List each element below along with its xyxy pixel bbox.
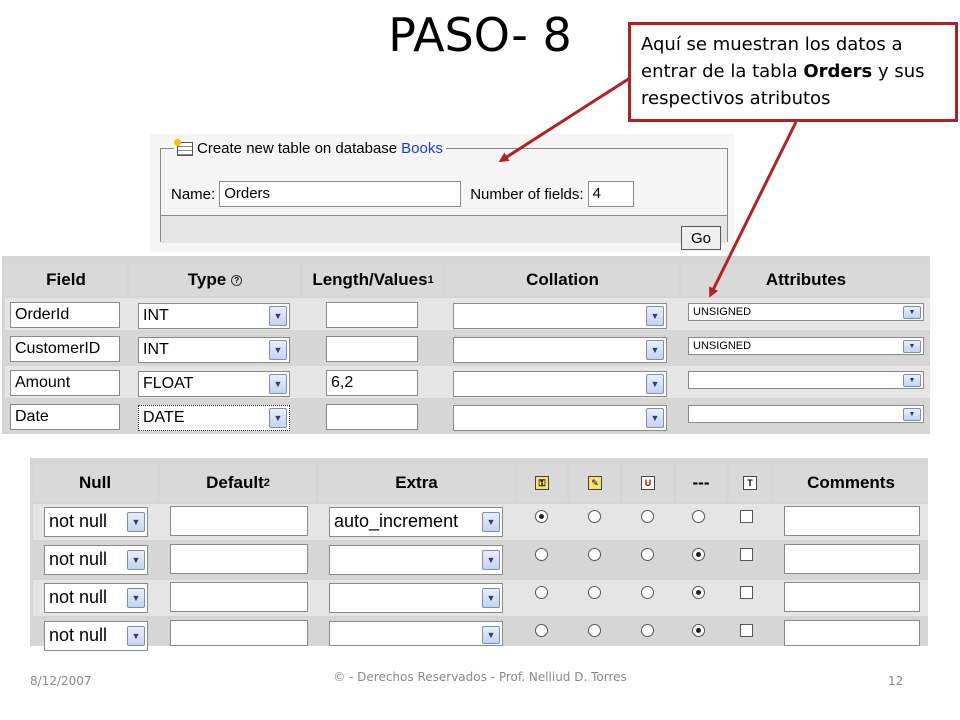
footer-date: 8/12/2007 (30, 674, 92, 688)
arrow-to-attributes (709, 121, 798, 298)
arrow-to-database (498, 76, 631, 163)
footer-copyright: © - Derechos Reservados - Prof. Nelliud … (333, 670, 627, 684)
footer-page-number: 12 (888, 674, 904, 688)
callout-arrows (498, 76, 798, 298)
